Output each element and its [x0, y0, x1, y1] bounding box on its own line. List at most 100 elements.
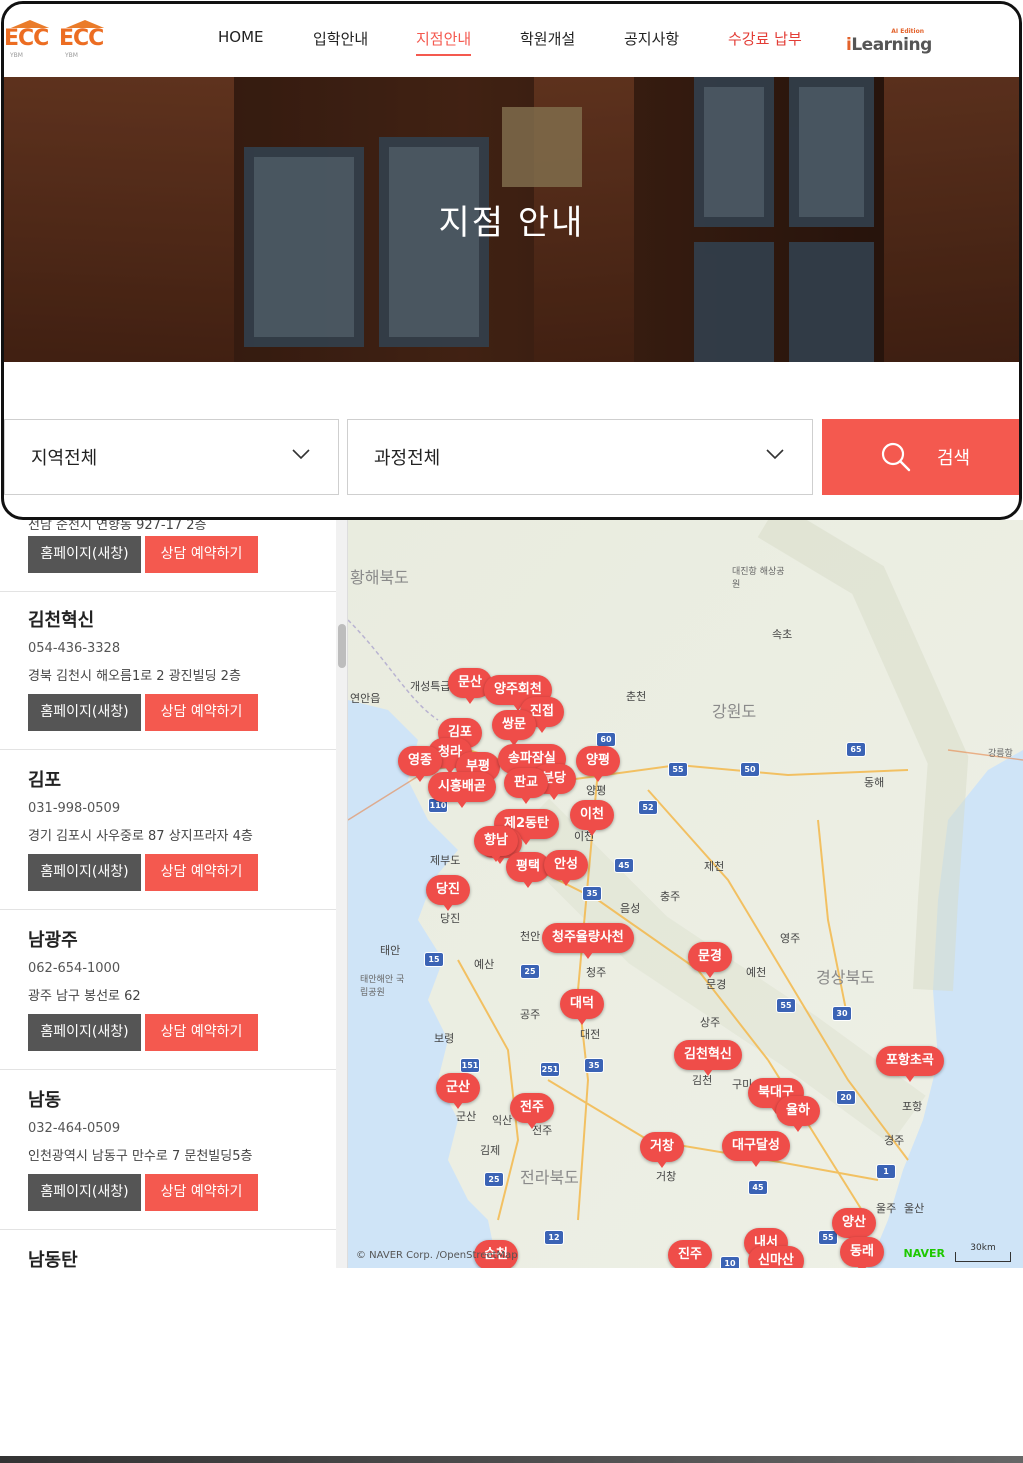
naver-logo[interactable]: NAVER	[904, 1247, 945, 1260]
branch-phone: 054-436-3328	[28, 641, 121, 656]
road-number-badge: 15	[424, 952, 444, 967]
city-label: 동해	[864, 776, 885, 789]
road-number-badge: 12	[544, 1230, 564, 1245]
city-label: 연안읍	[350, 692, 381, 705]
map-marker[interactable]: 전주	[510, 1093, 554, 1129]
page-top-frame: ECC YBM ECC YBM HOME 입학안내 지점안내 학원개설 공지사항…	[1, 1, 1022, 520]
road-number-badge: 60	[596, 732, 616, 747]
consult-booking-button[interactable]: 상담 예약하기	[145, 536, 258, 573]
city-label: 보령	[434, 1032, 455, 1045]
logo-text: ECC	[59, 26, 104, 51]
map-marker[interactable]: 안성	[544, 850, 588, 886]
consult-booking-button[interactable]: 상담 예약하기	[145, 1174, 258, 1211]
map-marker[interactable]: 신마산	[748, 1246, 804, 1268]
city-label: 울주	[876, 1202, 897, 1215]
branch-item: 남광주 062-654-1000 광주 남구 봉선로 62 홈페이지(새창) 상…	[0, 910, 336, 1070]
map-marker[interactable]: 청주율량사천	[542, 923, 634, 959]
region-select-value: 지역전체	[31, 448, 98, 469]
city-label: 거창	[656, 1170, 677, 1183]
branch-name: 남동탄	[28, 1250, 78, 1268]
map-marker[interactable]: 당진	[426, 875, 470, 911]
road-number-badge: 45	[748, 1180, 768, 1195]
city-label: 울산	[904, 1202, 925, 1215]
chevron-down-icon	[292, 449, 310, 460]
city-label: 제부도	[430, 854, 461, 867]
ecc-plus-logo[interactable]: ECC YBM	[59, 20, 111, 59]
region-label: 전라북도	[520, 1168, 579, 1187]
road-number-badge: 30	[832, 1006, 852, 1021]
city-label: 춘천	[626, 690, 647, 703]
map-marker[interactable]: 대덕	[560, 989, 604, 1025]
city-label: 제천	[704, 860, 725, 873]
city-label: 영주	[780, 932, 801, 945]
nav-notice[interactable]: 공지사항	[624, 28, 679, 49]
city-label: 예산	[474, 958, 495, 971]
city-label: 김제	[480, 1144, 501, 1157]
city-label: 대전	[580, 1028, 601, 1041]
map-marker[interactable]: 향남	[474, 826, 518, 862]
homepage-button[interactable]: 홈페이지(새창)	[28, 854, 141, 891]
map-marker[interactable]: 대구달성	[722, 1131, 790, 1167]
road-number-badge: 1	[876, 1164, 896, 1179]
ecc-logo[interactable]: ECC YBM	[4, 20, 56, 59]
nav-home[interactable]: HOME	[218, 28, 264, 46]
road-number-badge: 251	[540, 1062, 560, 1077]
city-label: 천안	[520, 930, 541, 943]
consult-booking-button[interactable]: 상담 예약하기	[145, 694, 258, 731]
map-marker[interactable]: 판교	[504, 768, 548, 804]
map-marker[interactable]: 양산	[832, 1208, 876, 1244]
map-marker[interactable]: 거창	[640, 1132, 684, 1168]
map-marker[interactable]: 문경	[688, 942, 732, 978]
nav-open-academy[interactable]: 학원개설	[520, 28, 575, 49]
map-marker[interactable]: 김천혁신	[674, 1040, 742, 1076]
consult-booking-button[interactable]: 상담 예약하기	[145, 1014, 258, 1051]
map-marker[interactable]: 영종	[398, 746, 442, 782]
map-marker[interactable]: 이천	[570, 800, 614, 836]
branch-address: 경북 김천시 해오름1로 2 광진빌딩 2층	[28, 669, 241, 684]
map-attribution[interactable]: © NAVER Corp. /OpenStreetMap	[356, 1250, 518, 1261]
branch-phone: 031-998-0509	[28, 801, 121, 816]
list-scrollbar-thumb[interactable]	[338, 624, 346, 668]
road-number-badge: 65	[846, 742, 866, 757]
road-number-badge: 55	[668, 762, 688, 777]
search-button[interactable]: 검색	[822, 419, 1019, 495]
homepage-button[interactable]: 홈페이지(새창)	[28, 1174, 141, 1211]
city-label: 군산	[456, 1110, 477, 1123]
road-number-badge: 50	[740, 762, 760, 777]
homepage-button[interactable]: 홈페이지(새창)	[28, 536, 141, 573]
map-marker[interactable]: 양평	[576, 746, 620, 782]
region-select[interactable]: 지역전체	[4, 419, 339, 495]
map-marker[interactable]: 진주	[668, 1240, 712, 1268]
course-select[interactable]: 과정전체	[347, 419, 813, 495]
nav-tuition-payment[interactable]: 수강료 납부	[728, 28, 802, 49]
page-title: 지점 안내	[438, 203, 585, 243]
branch-name: 남광주	[28, 930, 78, 951]
map-marker[interactable]: 쌍문	[492, 710, 536, 746]
city-label: 강릉항	[988, 749, 1013, 759]
map-marker[interactable]: 율하	[776, 1096, 820, 1132]
branch-map[interactable]: 황해북도 강원도 경상북도 전라북도 개성특급 연안읍 춘천 속초 동해 양평 …	[348, 520, 1023, 1268]
logo-subtext: YBM	[10, 52, 23, 59]
branch-name: 남동	[28, 1090, 62, 1111]
homepage-button[interactable]: 홈페이지(새창)	[28, 1014, 141, 1051]
search-button-label: 검색	[937, 448, 971, 469]
nav-admission[interactable]: 입학안내	[313, 28, 368, 49]
logo-text: ECC	[4, 26, 49, 51]
road-number-badge: 10	[720, 1256, 740, 1268]
city-label: 태안	[380, 944, 401, 957]
branch-item: 남동탄	[0, 1230, 336, 1268]
map-scale-label: 30km	[970, 1243, 996, 1253]
map-marker[interactable]: 군산	[436, 1073, 480, 1109]
map-marker[interactable]: 시흥배곧	[428, 772, 496, 808]
nav-branch-info[interactable]: 지점안내	[416, 28, 472, 56]
map-marker[interactable]: 동래	[840, 1237, 884, 1268]
city-label: 개성특급	[410, 680, 451, 693]
ilearning-logo[interactable]: AI Edition iLearning	[846, 28, 932, 58]
road-number-badge: 52	[638, 800, 658, 815]
map-marker[interactable]: 포항초곡	[876, 1046, 944, 1082]
homepage-button[interactable]: 홈페이지(새창)	[28, 694, 141, 731]
region-label: 황해북도	[350, 568, 409, 587]
ilearning-wordmark: iLearning	[846, 35, 932, 55]
consult-booking-button[interactable]: 상담 예약하기	[145, 854, 258, 891]
course-select-value: 과정전체	[374, 448, 441, 469]
